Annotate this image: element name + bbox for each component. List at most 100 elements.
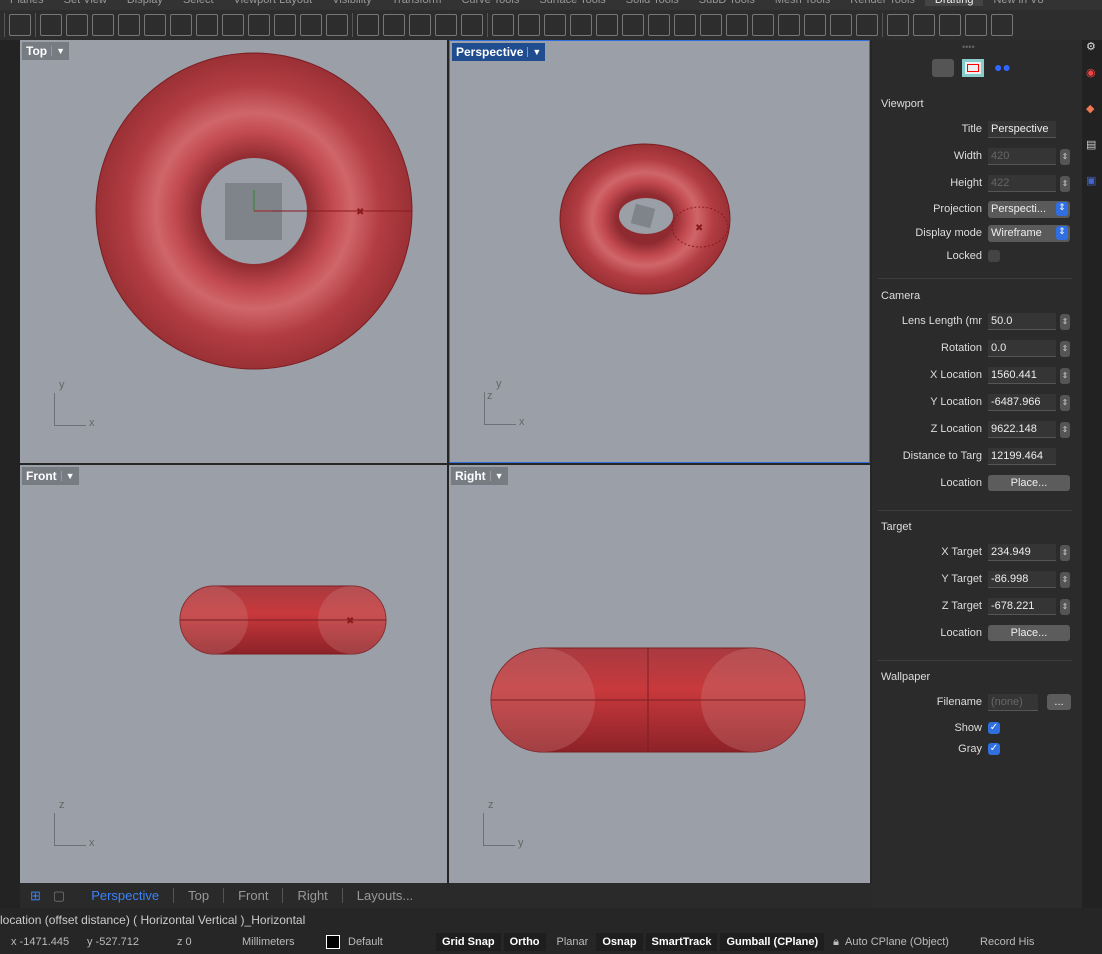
ortho-toggle[interactable]: Ortho	[503, 933, 546, 951]
ribbon-tab[interactable]: Set View	[54, 0, 117, 6]
drafting-tool-icon[interactable]	[9, 14, 31, 36]
drafting-tool-icon[interactable]	[92, 14, 114, 36]
display_mode-select[interactable]: Wireframe	[988, 225, 1070, 242]
drafting-tool-icon[interactable]	[300, 14, 322, 36]
drafting-tool-icon[interactable]	[357, 14, 379, 36]
viewport-perspective[interactable]: Perspective ▼ ✖ yzx	[449, 40, 870, 463]
ribbon-tab[interactable]: Viewport Layout	[224, 0, 323, 6]
stepper-icon[interactable]: ⇕	[1060, 368, 1070, 384]
drafting-tool-icon[interactable]	[66, 14, 88, 36]
filename-field[interactable]: (none)	[988, 694, 1038, 711]
drafting-tool-icon[interactable]	[700, 14, 722, 36]
drafting-tool-icon[interactable]	[118, 14, 140, 36]
drafting-tool-icon[interactable]	[939, 14, 961, 36]
gear-icon[interactable]: ⚙	[1086, 40, 1096, 53]
ribbon-tab[interactable]: Solid Tools	[616, 0, 689, 6]
auto-cplane-toggle[interactable]: Auto CPlane (Object)	[845, 936, 980, 948]
drafting-tool-icon[interactable]	[991, 14, 1013, 36]
viewport-right[interactable]: Right ▼ zy	[449, 465, 870, 883]
drafting-tool-icon[interactable]	[435, 14, 457, 36]
drafting-tool-icon[interactable]	[913, 14, 935, 36]
current-layer[interactable]: Default	[348, 936, 436, 948]
stepper-icon[interactable]: ⇕	[1060, 599, 1070, 615]
xt-field[interactable]: 234.949	[988, 544, 1056, 561]
record-history-toggle[interactable]: Record His	[980, 936, 1034, 948]
show-checkbox[interactable]: ✓	[988, 722, 1000, 734]
lock-icon[interactable]: 🔒︎	[827, 936, 845, 949]
projection-select[interactable]: Perspecti...	[988, 201, 1070, 218]
drafting-tool-icon[interactable]	[383, 14, 405, 36]
drafting-tool-icon[interactable]	[196, 14, 218, 36]
ribbon-tab[interactable]: Visibility	[322, 0, 382, 6]
browse-button[interactable]: ...	[1047, 694, 1071, 710]
drafting-tool-icon[interactable]	[622, 14, 644, 36]
yloc-field[interactable]: -6487.966	[988, 394, 1056, 411]
stepper-icon[interactable]: ⇕	[1060, 572, 1070, 588]
ribbon-tab[interactable]: Render Tools	[840, 0, 925, 6]
viewport-front[interactable]: Front ▼ ✖ zx	[20, 465, 447, 883]
ribbon-tab[interactable]: New in V8	[983, 0, 1053, 6]
layers-icon[interactable]: ◆	[1086, 102, 1094, 115]
drafting-tool-icon[interactable]	[40, 14, 62, 36]
drafting-tool-icon[interactable]	[804, 14, 826, 36]
stepper-icon[interactable]: ⇕	[1060, 314, 1070, 330]
rotation-field[interactable]: 0.0	[988, 340, 1056, 357]
viewport-tab[interactable]: Front	[223, 888, 282, 903]
drafting-tool-icon[interactable]	[856, 14, 878, 36]
drafting-tool-icon[interactable]	[409, 14, 431, 36]
ribbon-tab[interactable]: Transform	[382, 0, 452, 6]
layer-color-swatch[interactable]	[326, 935, 340, 949]
viewport-top[interactable]: Top ▼ ✖ yx	[20, 40, 447, 463]
xloc-field[interactable]: 1560.441	[988, 367, 1056, 384]
drafting-tool-icon[interactable]	[170, 14, 192, 36]
camera-icon[interactable]	[932, 59, 954, 77]
ribbon-tab[interactable]: Planes	[0, 0, 54, 6]
drafting-tool-icon[interactable]	[518, 14, 540, 36]
drafting-tool-icon[interactable]	[570, 14, 592, 36]
ribbon-tab[interactable]: Drafting	[924, 0, 984, 6]
ribbon-tab[interactable]: Curve Tools	[451, 0, 529, 6]
drafting-tool-icon[interactable]	[596, 14, 618, 36]
drafting-tool-icon[interactable]	[274, 14, 296, 36]
drafting-tool-icon[interactable]	[544, 14, 566, 36]
zt-field[interactable]: -678.221	[988, 598, 1056, 615]
dist-field[interactable]: 12199.464	[988, 448, 1056, 465]
zloc-field[interactable]: 9622.148	[988, 421, 1056, 438]
stepper-icon[interactable]: ⇕	[1060, 341, 1070, 357]
drafting-tool-icon[interactable]	[830, 14, 852, 36]
viewport-tab[interactable]: Layouts...	[341, 888, 427, 903]
planar-toggle[interactable]: Planar	[549, 936, 597, 948]
viewport-tab[interactable]: Right	[282, 888, 341, 903]
render-objects-icon[interactable]: ●●	[994, 59, 1014, 77]
ribbon-tab[interactable]: Mesh Tools	[765, 0, 840, 6]
units[interactable]: Millimeters	[242, 936, 326, 948]
gumball-toggle[interactable]: Gumball (CPlane)	[720, 933, 825, 951]
viewport-tab[interactable]: Top	[173, 888, 223, 903]
drafting-tool-icon[interactable]	[778, 14, 800, 36]
ribbon-tab[interactable]: Surface Tools	[529, 0, 615, 6]
drafting-tool-icon[interactable]	[144, 14, 166, 36]
osnap-toggle[interactable]: Osnap	[596, 933, 643, 951]
stepper-icon[interactable]: ⇕	[1060, 545, 1070, 561]
drafting-tool-icon[interactable]	[461, 14, 483, 36]
single-layout-icon[interactable]: ▢	[49, 888, 77, 904]
ribbon-tab[interactable]: Display	[117, 0, 173, 6]
materials-icon[interactable]: ▤	[1086, 138, 1096, 151]
drafting-tool-icon[interactable]	[965, 14, 987, 36]
drafting-tool-icon[interactable]	[222, 14, 244, 36]
place-button[interactable]: Place...	[988, 475, 1070, 491]
drafting-tool-icon[interactable]	[726, 14, 748, 36]
drafting-tool-icon[interactable]	[492, 14, 514, 36]
ribbon-tab[interactable]: SubD Tools	[689, 0, 765, 6]
smarttrack-toggle[interactable]: SmartTrack	[645, 933, 718, 951]
lens-field[interactable]: 50.0	[988, 313, 1056, 330]
drafting-tool-icon[interactable]	[326, 14, 348, 36]
locked-checkbox[interactable]	[988, 250, 1000, 262]
drafting-tool-icon[interactable]	[887, 14, 909, 36]
color-wheel-icon[interactable]: ◉	[1086, 66, 1096, 79]
grid-layout-icon[interactable]: ⊞	[20, 888, 49, 904]
yt-field[interactable]: -86.998	[988, 571, 1056, 588]
place-button[interactable]: Place...	[988, 625, 1070, 641]
drafting-tool-icon[interactable]	[674, 14, 696, 36]
grid-snap-toggle[interactable]: Grid Snap	[436, 933, 501, 951]
